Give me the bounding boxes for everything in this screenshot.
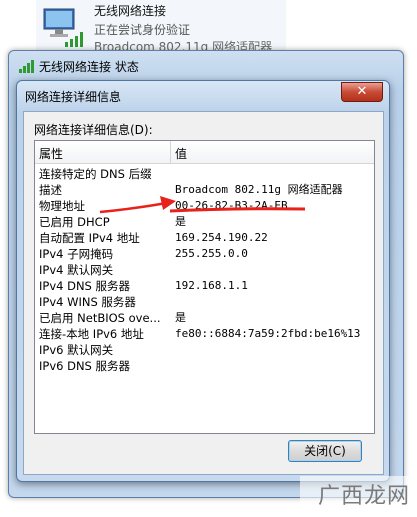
value-cell: fe80::6884:7a59:2fbd:be16%13 [175,327,361,340]
property-cell: IPv4 DNS 服务器 [39,279,131,293]
property-cell: 自动配置 IPv4 地址 [39,231,140,245]
watermark-text: 广西龙网 [318,484,411,509]
signal-bars-icon [65,32,83,47]
close-icon[interactable]: ✕ [341,82,383,102]
background-network-status: 正在尝试身份验证 [94,23,191,37]
value-cell: 00-26-82-B3-2A-EB [175,199,288,212]
value-cell: 是 [175,311,186,324]
dialog-client-area: 网络连接详细信息(D): 属性 值 连接特定的 DNS 后缀 描述 Broadco… [23,111,384,475]
list-item[interactable]: IPv4 DNS 服务器 192.168.1.1 [35,278,374,294]
property-cell: 已启用 NetBIOS ove... [39,311,161,325]
property-cell: 已启用 DHCP [39,215,110,229]
list-item[interactable]: 已启用 DHCP 是 [35,214,374,230]
list-item[interactable]: 连接特定的 DNS 后缀 [35,166,374,182]
list-header: 属性 值 [35,141,374,164]
list-item[interactable]: IPv4 子网掩码 255.255.0.0 [35,246,374,262]
property-cell: IPv6 DNS 服务器 [39,359,131,373]
list-item[interactable]: 自动配置 IPv4 地址 169.254.190.22 [35,230,374,246]
status-window-title: 无线网络连接 状态 [39,60,139,74]
property-cell: 连接特定的 DNS 后缀 [39,167,152,181]
dialog-title: 网络连接详细信息 [25,90,122,104]
signal-bars-icon [19,60,34,73]
value-cell: 169.254.190.22 [175,231,268,244]
value-cell: Broadcom 802.11g 网络适配器 [175,183,343,196]
column-divider[interactable] [170,141,171,163]
property-cell: IPv6 默认网关 [39,343,114,357]
column-header-property[interactable]: 属性 [39,145,63,162]
property-cell: 描述 [39,183,62,197]
list-item[interactable]: IPv4 默认网关 [35,262,374,278]
property-cell: IPv4 默认网关 [39,263,114,277]
details-list-label: 网络连接详细信息(D): [34,123,153,137]
property-cell: IPv4 WINS 服务器 [39,295,136,309]
value-cell: 192.168.1.1 [175,279,248,292]
list-item[interactable]: IPv6 DNS 服务器 [35,358,374,374]
list-item[interactable]: 物理地址 00-26-82-B3-2A-EB [35,198,374,214]
property-cell: IPv4 子网掩码 [39,247,114,261]
list-item[interactable]: IPv6 默认网关 [35,342,374,358]
value-cell: 255.255.0.0 [175,247,248,260]
list-item[interactable]: IPv4 WINS 服务器 [35,294,374,310]
column-header-value[interactable]: 值 [175,145,187,162]
list-item[interactable]: 描述 Broadcom 802.11g 网络适配器 [35,182,374,198]
list-item[interactable]: 已启用 NetBIOS ove... 是 [35,310,374,326]
background-network-title: 无线网络连接 [94,4,167,18]
value-cell: 是 [175,215,186,228]
property-cell: 连接-本地 IPv6 地址 [39,327,144,341]
close-button[interactable]: 关闭(C) [288,440,362,462]
details-dialog: 网络连接详细信息 ✕ 网络连接详细信息(D): 属性 值 连接特定的 DNS 后… [16,80,390,482]
list-rows: 连接特定的 DNS 后缀 描述 Broadcom 802.11g 网络适配器 物理… [35,166,374,374]
list-item[interactable]: 连接-本地 IPv6 地址 fe80::6884:7a59:2fbd:be16%1… [35,326,374,342]
property-cell: 物理地址 [39,199,85,213]
details-list[interactable]: 属性 值 连接特定的 DNS 后缀 描述 Broadcom 802.11g 网络适… [34,140,375,434]
